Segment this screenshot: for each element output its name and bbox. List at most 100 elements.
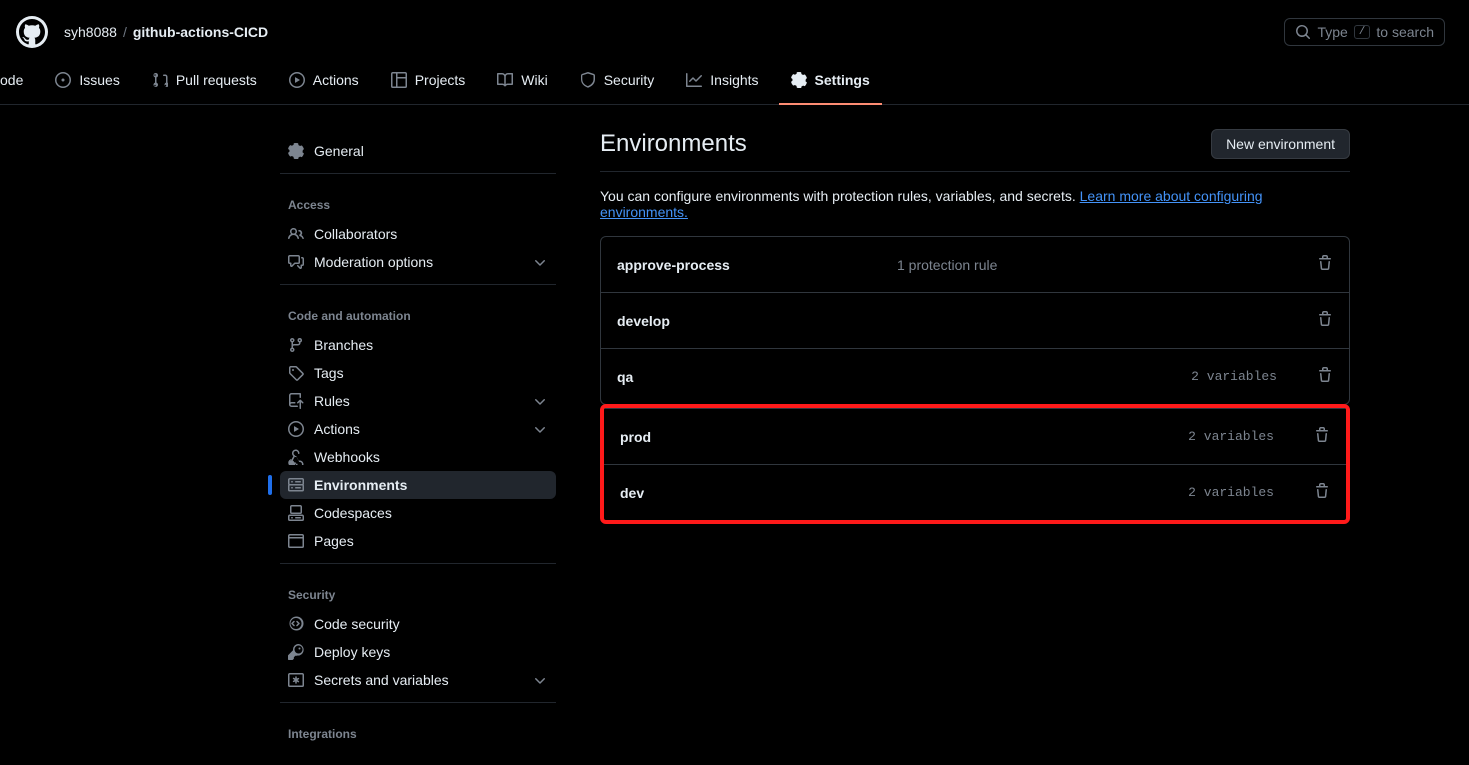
breadcrumb-repo[interactable]: github-actions-CICD	[133, 24, 268, 40]
browser-icon	[288, 533, 304, 549]
sidebar-item-webhooks[interactable]: Webhooks	[280, 443, 556, 471]
search-suffix: to search	[1376, 24, 1434, 40]
env-row-qa[interactable]: qa 2 variables	[601, 349, 1349, 404]
env-vars: 2 variables	[1188, 485, 1274, 500]
breadcrumb-owner[interactable]: syh8088	[64, 24, 117, 40]
delete-env-button[interactable]	[1317, 255, 1333, 274]
sidebar-item-pages[interactable]: Pages	[280, 527, 556, 555]
sidebar-item-label: Deploy keys	[314, 644, 390, 660]
trash-icon	[1314, 427, 1330, 443]
repo-push-icon	[288, 393, 304, 409]
sidebar-item-code-security[interactable]: Code security	[280, 610, 556, 638]
sidebar-item-codespaces[interactable]: Codespaces	[280, 499, 556, 527]
env-vars: 2 variables	[1188, 429, 1274, 444]
side-group-security: Security Code security Deploy keys Secre…	[280, 572, 556, 703]
env-row-dev[interactable]: dev 2 variables	[604, 465, 1346, 520]
sidebar-item-label: Pages	[314, 533, 354, 549]
env-row-approve-process[interactable]: approve-process 1 protection rule	[601, 237, 1349, 293]
sidebar-item-branches[interactable]: Branches	[280, 331, 556, 359]
side-group-title-integrations: Integrations	[280, 719, 556, 749]
env-row-prod[interactable]: prod 2 variables	[604, 408, 1346, 465]
nav-wiki-label: Wiki	[521, 72, 547, 88]
repo-nav: ode Issues Pull requests Actions Project…	[0, 64, 1469, 105]
sidebar-item-collaborators[interactable]: Collaborators	[280, 220, 556, 248]
nav-security[interactable]: Security	[568, 64, 667, 104]
env-row-develop[interactable]: develop	[601, 293, 1349, 349]
chevron-down-icon	[532, 421, 548, 437]
environment-list-highlighted: prod 2 variables dev 2 variables	[600, 404, 1350, 524]
gear-icon	[288, 143, 304, 159]
sidebar-item-label: Code security	[314, 616, 400, 632]
nav-code[interactable]: ode	[0, 64, 35, 104]
sidebar-item-label: Rules	[314, 393, 350, 409]
delete-env-button[interactable]	[1314, 483, 1330, 502]
env-meta: 1 protection rule	[897, 257, 1317, 273]
page-head: Environments New environment	[600, 129, 1350, 172]
key-asterisk-icon	[288, 672, 304, 688]
side-group-general: General	[280, 129, 556, 174]
chevron-down-icon	[532, 393, 548, 409]
delete-env-button[interactable]	[1314, 427, 1330, 446]
sidebar-item-moderation[interactable]: Moderation options	[280, 248, 556, 276]
breadcrumb-separator: /	[123, 24, 127, 40]
new-environment-button[interactable]: New environment	[1211, 129, 1350, 159]
server-icon	[288, 477, 304, 493]
side-group-title-access: Access	[280, 190, 556, 220]
nav-settings-label: Settings	[815, 72, 870, 88]
desc-text: You can configure environments with prot…	[600, 188, 1080, 204]
sidebar-item-secrets-variables[interactable]: Secrets and variables	[280, 666, 556, 694]
delete-env-button[interactable]	[1317, 311, 1333, 330]
breadcrumb: syh8088 / github-actions-CICD	[64, 24, 268, 40]
chevron-down-icon	[532, 254, 548, 270]
nav-wiki[interactable]: Wiki	[485, 64, 559, 104]
nav-settings[interactable]: Settings	[779, 64, 882, 104]
play-icon	[289, 72, 305, 88]
env-name: develop	[617, 313, 897, 329]
env-vars: 2 variables	[1191, 369, 1277, 384]
nav-actions[interactable]: Actions	[277, 64, 371, 104]
people-icon	[288, 226, 304, 242]
sidebar-item-environments[interactable]: Environments	[280, 471, 556, 499]
side-group-code-automation: Code and automation Branches Tags Rules …	[280, 293, 556, 564]
git-pull-request-icon	[152, 72, 168, 88]
sidebar-item-label: Tags	[314, 365, 344, 381]
search-input[interactable]: Type / to search	[1284, 18, 1445, 46]
nav-insights[interactable]: Insights	[674, 64, 770, 104]
trash-icon	[1317, 367, 1333, 383]
env-name: qa	[617, 369, 897, 385]
sidebar-item-general[interactable]: General	[280, 137, 556, 165]
sidebar-item-rules[interactable]: Rules	[280, 387, 556, 415]
git-branch-icon	[288, 337, 304, 353]
sidebar-item-label: Secrets and variables	[314, 672, 449, 688]
issue-opened-icon	[55, 72, 71, 88]
page-description: You can configure environments with prot…	[600, 188, 1350, 220]
nav-security-label: Security	[604, 72, 655, 88]
sidebar-item-tags[interactable]: Tags	[280, 359, 556, 387]
sidebar-item-label: Environments	[314, 477, 407, 493]
nav-insights-label: Insights	[710, 72, 758, 88]
nav-code-label: ode	[0, 72, 23, 88]
side-group-integrations: Integrations	[280, 711, 556, 757]
github-logo[interactable]	[16, 16, 48, 48]
nav-pull-requests[interactable]: Pull requests	[140, 64, 269, 104]
nav-actions-label: Actions	[313, 72, 359, 88]
search-prefix: Type	[1317, 24, 1347, 40]
nav-issues[interactable]: Issues	[43, 64, 131, 104]
sidebar-item-label: Actions	[314, 421, 360, 437]
delete-env-button[interactable]	[1317, 367, 1333, 386]
nav-projects[interactable]: Projects	[379, 64, 478, 104]
page-title: Environments	[600, 130, 747, 158]
sidebar-item-deploy-keys[interactable]: Deploy keys	[280, 638, 556, 666]
sidebar-item-label: General	[314, 143, 364, 159]
book-icon	[497, 72, 513, 88]
sidebar-item-label: Moderation options	[314, 254, 433, 270]
side-group-title-security: Security	[280, 580, 556, 610]
sidebar-item-actions[interactable]: Actions	[280, 415, 556, 443]
graph-icon	[686, 72, 702, 88]
nav-projects-label: Projects	[415, 72, 466, 88]
side-group-title-code: Code and automation	[280, 301, 556, 331]
side-group-access: Access Collaborators Moderation options	[280, 182, 556, 285]
webhook-icon	[288, 449, 304, 465]
search-icon	[1295, 24, 1311, 40]
github-mark-icon	[19, 19, 45, 45]
